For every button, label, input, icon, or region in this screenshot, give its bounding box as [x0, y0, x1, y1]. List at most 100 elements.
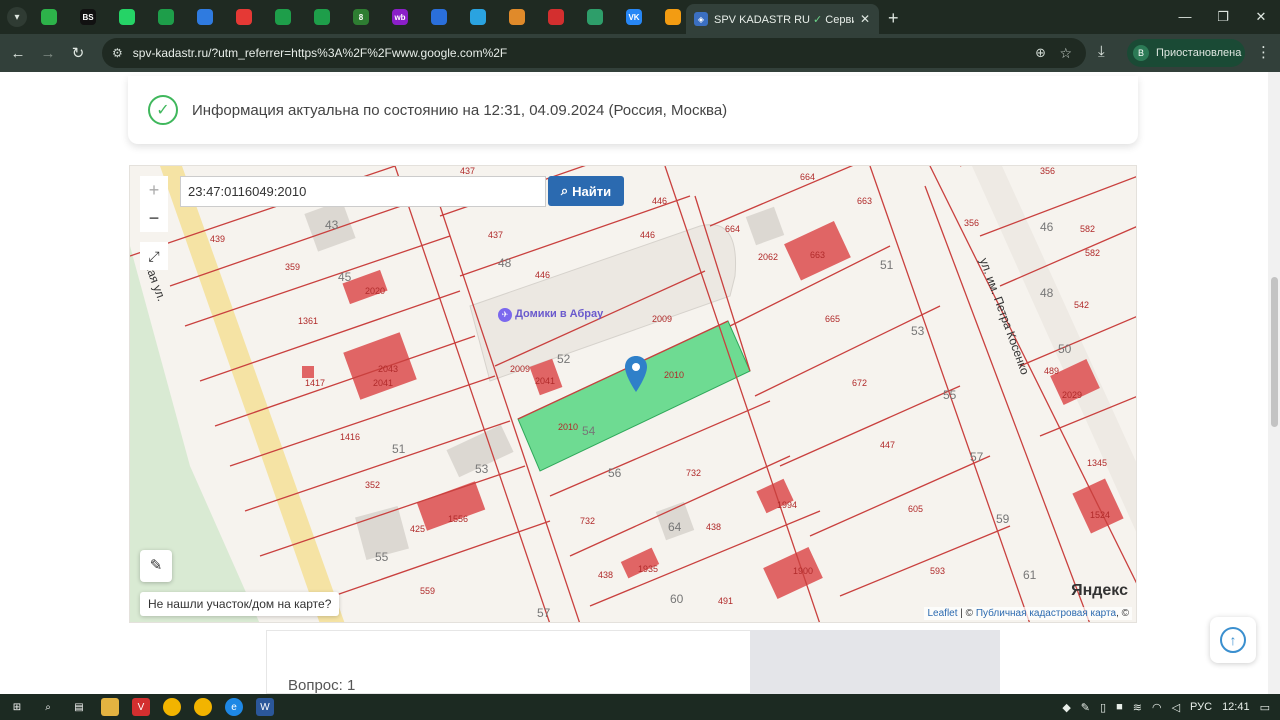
back-icon[interactable]: ← [3, 45, 33, 62]
parcel-label: 43 [325, 218, 339, 232]
maximize-icon[interactable]: ❐ [1204, 0, 1242, 34]
download-icon[interactable]: ⤓ [1098, 43, 1105, 60]
vivaldi-icon[interactable]: V [132, 698, 150, 716]
orange-app-icon[interactable] [665, 9, 681, 25]
zoom-out-button[interactable]: − [140, 204, 168, 232]
clock[interactable]: 12:41 [1222, 701, 1250, 713]
parcel-label: 1524 [1090, 510, 1111, 520]
bookmark-star-icon[interactable]: ☆ [1059, 45, 1072, 62]
green-plus-icon[interactable] [158, 9, 174, 25]
close-window-icon[interactable]: ✕ [1242, 0, 1280, 34]
parcel-label: 439 [210, 234, 226, 244]
parcel-label: 352 [365, 480, 381, 490]
green-leaf-icon[interactable] [275, 9, 291, 25]
8-icon[interactable]: 8 [353, 9, 369, 25]
url-text: spv-kadastr.ru/?utm_referrer=https%3A%2F… [132, 46, 508, 60]
parcel-label: 672 [852, 378, 868, 388]
not-found-link[interactable]: Не нашли участок/дом на карте? [140, 592, 340, 616]
site-info-icon[interactable]: ⚙ [112, 46, 123, 60]
info-text: Информация актуальна по состоянию на 12:… [192, 101, 728, 119]
green-house-icon[interactable] [41, 9, 57, 25]
parcel-label: 1900 [793, 566, 814, 576]
parcel-label: 1935 [638, 564, 659, 574]
active-tab[interactable]: ◈ SPV KADASTR RU ✓ Сервис п ✕ [686, 4, 879, 34]
ruler-icon[interactable]: ✎ [140, 550, 172, 582]
parcel-label: 51 [392, 442, 406, 456]
network-icon[interactable]: ≋ [1133, 701, 1142, 714]
zoom-icon[interactable]: ⊕ [1035, 45, 1046, 61]
arrow-up-icon: ↑ [1220, 627, 1246, 653]
parcel-label: 438 [706, 522, 722, 532]
wifi-icon[interactable]: ◠ [1152, 701, 1162, 714]
menu-kebab-icon[interactable]: ⋮ [1256, 43, 1271, 61]
scroll-up-button[interactable]: ↑ [1210, 617, 1256, 663]
green-puzzle-icon[interactable] [587, 9, 603, 25]
cadastral-search-input[interactable]: 23:47:0116049:2010 [180, 176, 546, 207]
notification-icon[interactable]: ▭ [1260, 701, 1270, 714]
windows-start-icon[interactable]: ⊞ [8, 698, 26, 716]
tab-strip: ▾ BS8wbVK ◈ SPV KADASTR RU ✓ Сервис п ✕ … [0, 0, 1280, 34]
parcel-label: 732 [686, 468, 702, 478]
forward-icon[interactable]: → [33, 45, 63, 62]
mail-icon[interactable] [197, 9, 213, 25]
parcel-label: 446 [640, 230, 656, 240]
parcel-label: 732 [580, 516, 596, 526]
chrome-icon[interactable] [163, 698, 181, 716]
avatar: В [1133, 45, 1149, 61]
scroll-thumb[interactable] [1271, 277, 1278, 427]
nvidia-icon[interactable]: ■ [1116, 701, 1123, 713]
parcel-label: 48 [1040, 286, 1054, 300]
red-app-icon[interactable] [548, 9, 564, 25]
parcel-label: 1417 [305, 378, 326, 388]
vk-icon[interactable]: VK [626, 9, 642, 25]
bs-icon[interactable]: BS [80, 9, 96, 25]
task-view-icon[interactable]: ▤ [70, 698, 88, 716]
shield-icon[interactable]: ◆ [1062, 701, 1070, 714]
parcel-label: 489 [1044, 366, 1060, 376]
page-content: ✓ Информация актуальна по состоянию на 1… [0, 72, 1280, 694]
parcel-label: 2010 [558, 422, 579, 432]
find-button[interactable]: ⌕ Найти [548, 176, 624, 206]
reload-icon[interactable]: ↻ [63, 44, 93, 62]
profile-button[interactable]: В Приостановлена [1127, 39, 1245, 67]
red-heart-icon[interactable] [236, 9, 252, 25]
parcel-label: 1416 [340, 432, 361, 442]
parcel-label: 53 [475, 462, 489, 476]
search-icon[interactable]: ⌕ [39, 698, 57, 716]
green-leaf-icon-2[interactable] [314, 9, 330, 25]
parcel-label: 663 [857, 196, 873, 206]
usb-icon[interactable]: ▯ [1100, 701, 1106, 714]
tab-search-chevron-icon[interactable]: ▾ [7, 7, 27, 27]
telegram-icon[interactable] [470, 9, 486, 25]
file-explorer-icon[interactable] [101, 698, 119, 716]
language-indicator[interactable]: РУС [1190, 701, 1212, 713]
pencil-icon[interactable] [509, 9, 525, 25]
minimize-icon[interactable]: — [1166, 0, 1204, 34]
system-tray: ◆ ✎ ▯ ■ ≋ ◠ ◁ РУС 12:41 ▭ [1062, 694, 1280, 720]
cadastral-map[interactable]: 4399743359452020136114172043204114165135… [129, 165, 1137, 623]
volume-icon[interactable]: ◁ [1172, 701, 1180, 714]
image-placeholder [750, 630, 1000, 694]
new-tab-button[interactable]: + [888, 8, 899, 29]
poi-label[interactable]: ✈ Домики в Абрау [498, 308, 603, 322]
whatsapp-icon[interactable] [119, 9, 135, 25]
parcel-label: 356 [964, 218, 980, 228]
parcel-label: 665 [825, 314, 841, 324]
parcel-label: 56 [608, 466, 622, 480]
word-icon[interactable]: W [256, 698, 274, 716]
edge-icon[interactable]: e [225, 698, 243, 716]
parcel-label: 2043 [378, 364, 399, 374]
zoom-in-button[interactable]: + [140, 176, 168, 204]
address-bar[interactable]: ⚙ spv-kadastr.ru/?utm_referrer=https%3A%… [102, 38, 1086, 68]
close-tab-icon[interactable]: ✕ [860, 12, 870, 26]
pen-icon[interactable]: ✎ [1081, 701, 1090, 714]
blue-chat-icon[interactable] [431, 9, 447, 25]
page-scrollbar[interactable] [1268, 72, 1280, 694]
building-red [302, 366, 314, 378]
parcel-label: 2009 [510, 364, 531, 374]
parcel-label: 446 [535, 270, 551, 280]
wb-icon[interactable]: wb [392, 9, 408, 25]
parcel-label: 542 [1074, 300, 1090, 310]
fullscreen-icon[interactable]: ⤢ [140, 242, 168, 270]
chrome-icon-2[interactable] [194, 698, 212, 716]
